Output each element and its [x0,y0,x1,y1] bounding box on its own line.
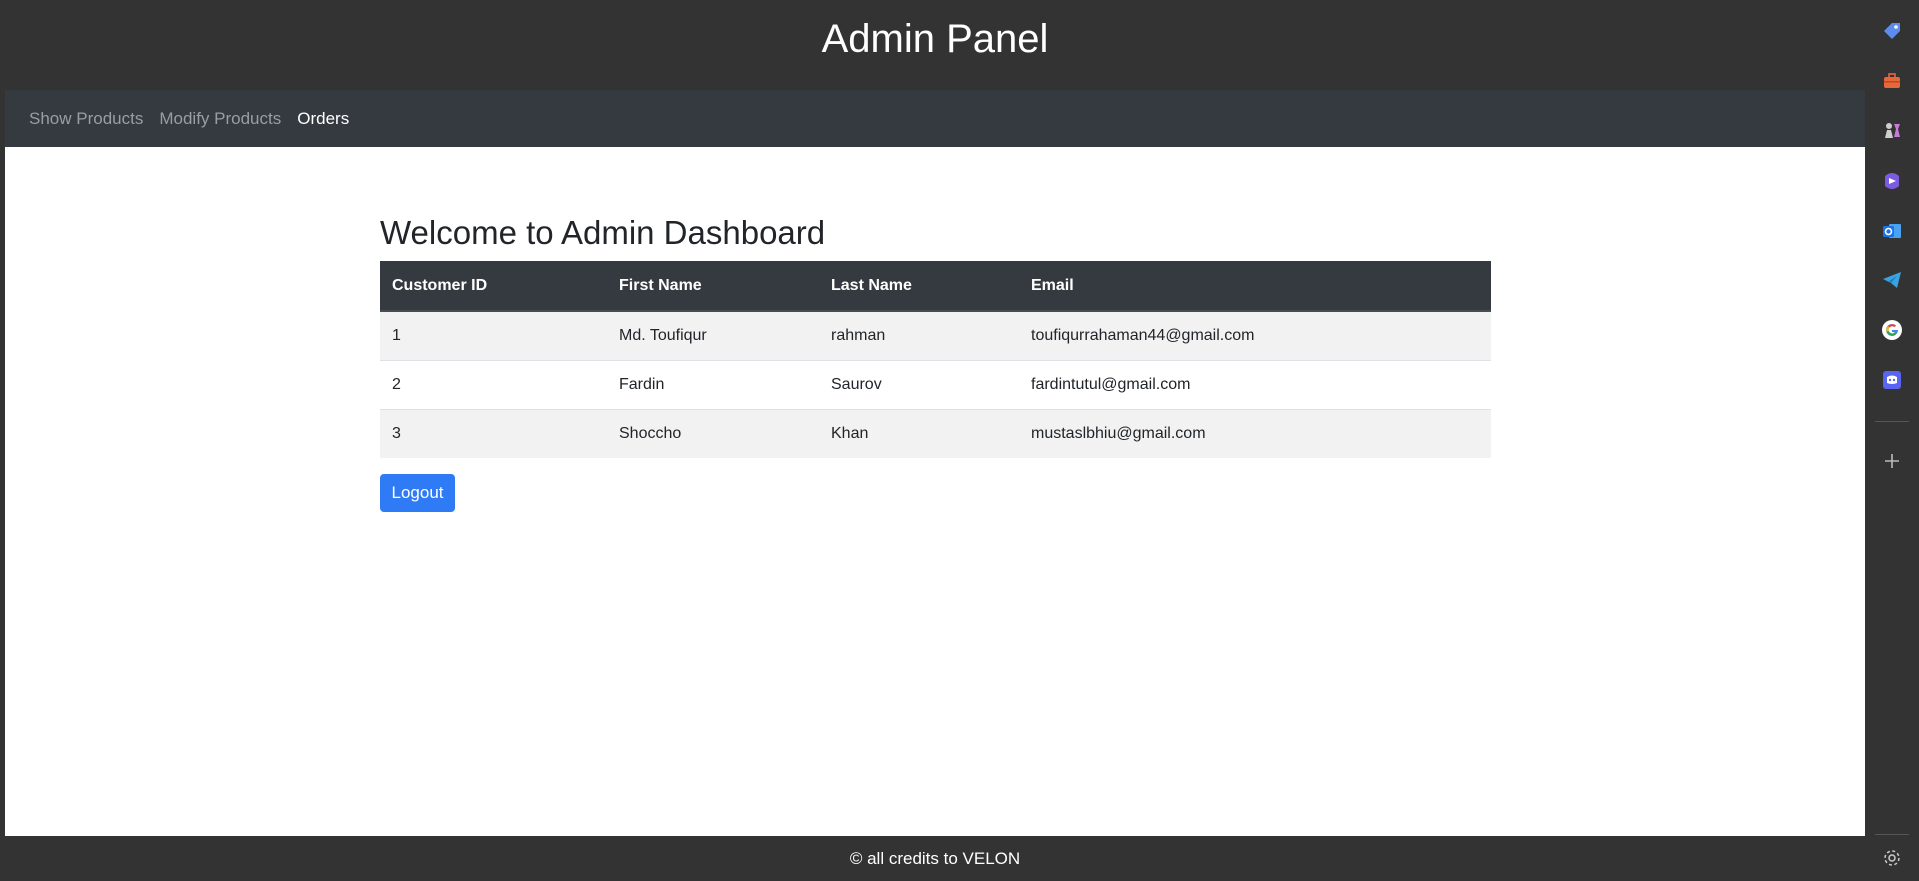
column-header-customer-id: Customer ID [380,261,607,312]
cell-email: fardintutul@gmail.com [1019,359,1491,409]
cell-first-name: Shoccho [607,408,819,458]
sidebar-divider [1875,834,1909,835]
column-header-first-name: First Name [607,261,819,312]
outlook-icon[interactable] [1880,219,1904,243]
cell-email: mustaslbhiu@gmail.com [1019,408,1491,458]
discord-icon[interactable] [1880,368,1904,392]
nav-orders[interactable]: Orders [297,109,349,129]
column-header-email: Email [1019,261,1491,312]
cell-first-name: Md. Toufiqur [607,310,819,360]
customers-table: Customer ID First Name Last Name Email 1… [380,261,1491,458]
main-content: Welcome to Admin Dashboard Customer ID F… [380,213,1491,512]
cell-last-name: Khan [819,408,1019,458]
table-header-row: Customer ID First Name Last Name Email [380,261,1491,312]
telegram-icon[interactable] [1880,268,1904,292]
cell-email: toufiqurrahaman44@gmail.com [1019,310,1491,360]
google-icon[interactable] [1880,318,1904,342]
cell-customer-id: 3 [380,408,607,458]
admin-page: Admin Panel Show Products Modify Product… [5,0,1865,881]
header: Admin Panel [5,0,1865,90]
nav-show-products[interactable]: Show Products [29,109,143,129]
column-header-last-name: Last Name [819,261,1019,312]
cell-last-name: rahman [819,310,1019,360]
page-title: Admin Panel [821,16,1049,61]
cell-customer-id: 1 [380,310,607,360]
sidebar-divider [1875,421,1909,422]
cell-customer-id: 2 [380,359,607,409]
table-row: 1 Md. Toufiqur rahman toufiqurrahaman44@… [380,310,1491,360]
settings-icon[interactable] [1880,846,1904,870]
table-row: 2 Fardin Saurov fardintutul@gmail.com [380,359,1491,409]
nav-modify-products[interactable]: Modify Products [159,109,281,129]
browser-sidebar [1865,0,1919,881]
navbar: Show Products Modify Products Orders [5,90,1865,147]
logout-button[interactable]: Logout [380,474,455,512]
table-row: 3 Shoccho Khan mustaslbhiu@gmail.com [380,408,1491,458]
dashboard-heading: Welcome to Admin Dashboard [380,214,826,251]
toolbox-icon[interactable] [1880,69,1904,93]
footer-credits: © all credits to VELON [849,848,1021,868]
copilot-icon[interactable] [1880,169,1904,193]
add-icon[interactable] [1880,449,1904,473]
footer: © all credits to VELON [5,836,1865,881]
cell-first-name: Fardin [607,359,819,409]
tag-icon[interactable] [1880,19,1904,43]
chess-icon[interactable] [1880,118,1904,142]
cell-last-name: Saurov [819,359,1019,409]
